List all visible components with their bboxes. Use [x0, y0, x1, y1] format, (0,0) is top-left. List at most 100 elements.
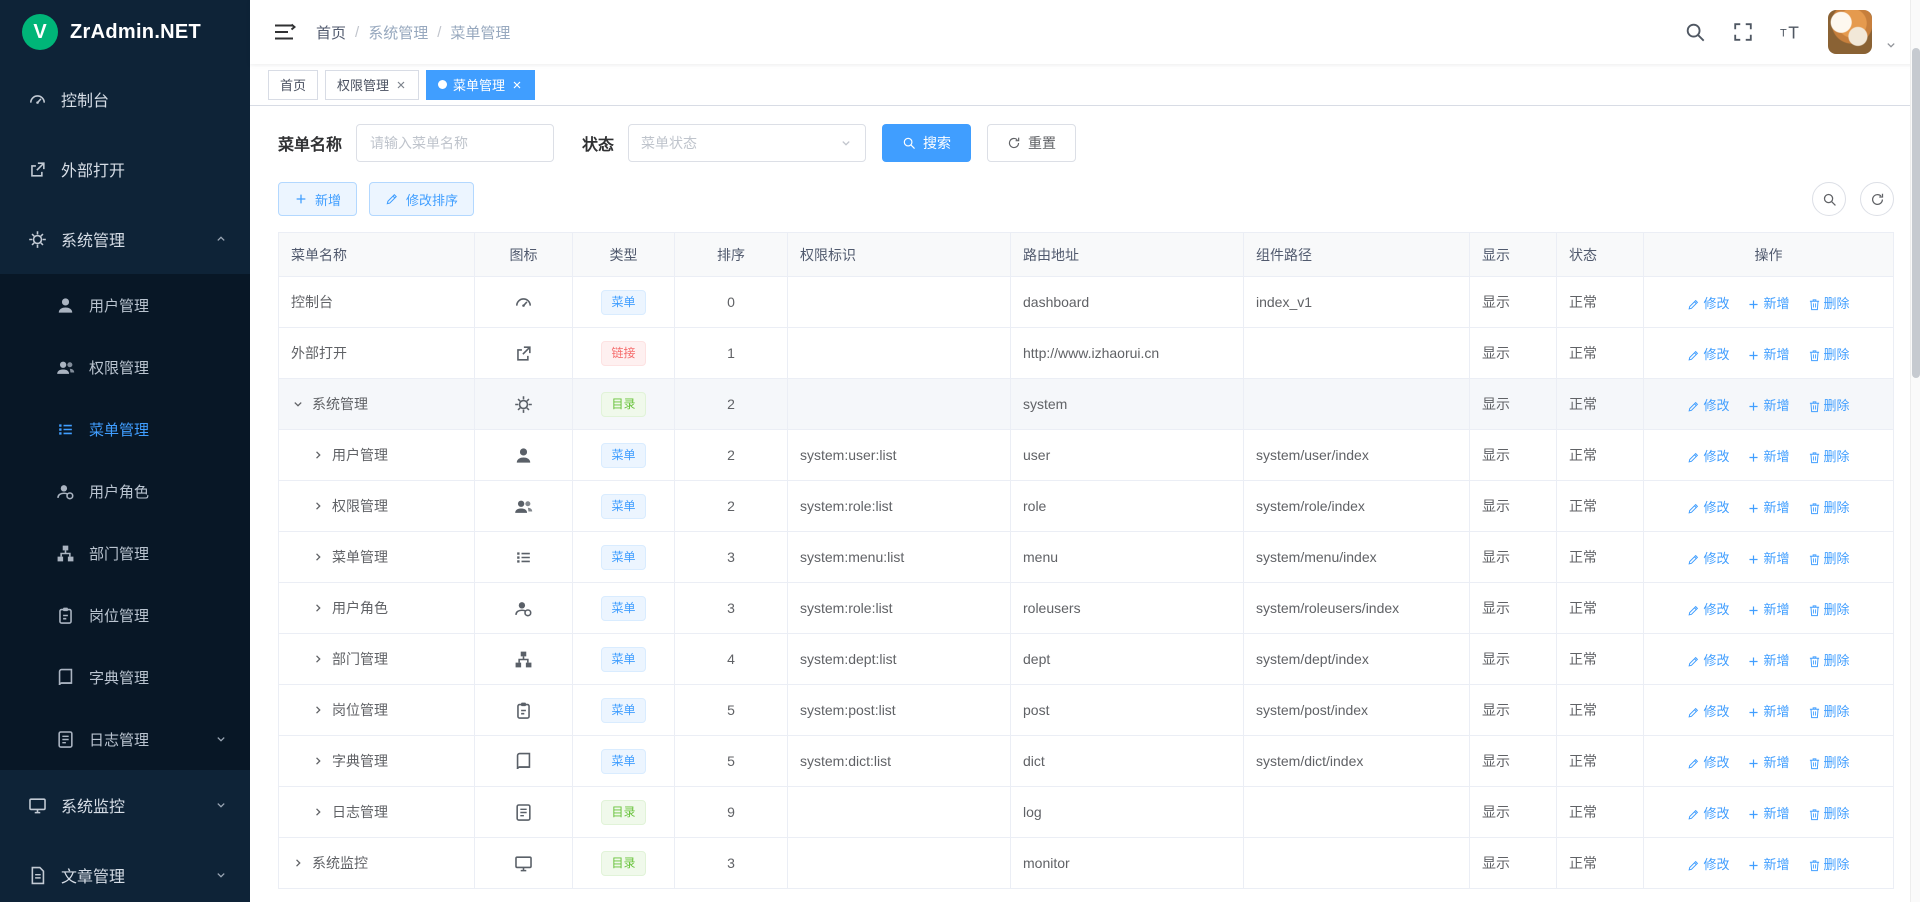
expand-arrow-icon[interactable] [311, 805, 325, 819]
delete-link[interactable]: 删除 [1808, 806, 1850, 821]
delete-link[interactable]: 删除 [1808, 296, 1850, 311]
expand-arrow-icon[interactable] [311, 448, 325, 462]
expand-arrow-icon[interactable] [311, 652, 325, 666]
perm-cell: system:dict:list [788, 736, 1011, 787]
close-icon[interactable] [395, 79, 407, 91]
edit-link[interactable]: 修改 [1687, 602, 1729, 617]
sidebar-item-dashboard[interactable]: 控制台 [0, 64, 250, 134]
delete-link[interactable]: 删除 [1808, 602, 1850, 617]
close-icon[interactable] [511, 79, 523, 91]
add-link[interactable]: 新增 [1747, 653, 1789, 668]
edit-link[interactable]: 修改 [1687, 755, 1729, 770]
logo-icon: V [22, 14, 58, 50]
expand-arrow-icon[interactable] [311, 550, 325, 564]
add-link[interactable]: 新增 [1747, 449, 1789, 464]
add-link[interactable]: 新增 [1747, 806, 1789, 821]
font-size-icon[interactable] [1780, 21, 1802, 43]
toggle-search-button[interactable] [1812, 182, 1846, 216]
tab-role-manage[interactable]: 权限管理 [325, 70, 419, 100]
menu-name-cell: 控制台 [279, 277, 475, 328]
menu-name-input[interactable] [356, 124, 554, 162]
ops-cell: 修改 新增 删除 [1644, 634, 1894, 685]
add-button[interactable]: 新增 [278, 182, 357, 216]
sidebar-item-label: 字典管理 [89, 667, 149, 688]
status-cell: 正常 [1557, 634, 1644, 685]
reset-button[interactable]: 重置 [987, 124, 1076, 162]
breadcrumb-item[interactable]: 系统管理 [368, 22, 428, 43]
column-header: 菜单名称 [279, 233, 475, 277]
delete-link[interactable]: 删除 [1808, 347, 1850, 362]
edit-link[interactable]: 修改 [1687, 704, 1729, 719]
add-link[interactable]: 新增 [1747, 398, 1789, 413]
search-button[interactable]: 搜索 [882, 124, 971, 162]
sidebar-item-roleusers[interactable]: 用户角色 [0, 460, 250, 522]
add-link[interactable]: 新增 [1747, 551, 1789, 566]
delete-link[interactable]: 删除 [1808, 398, 1850, 413]
delete-link[interactable]: 删除 [1808, 704, 1850, 719]
icon-cell [475, 328, 573, 379]
collapse-arrow-icon[interactable] [291, 397, 305, 411]
edit-link[interactable]: 修改 [1687, 500, 1729, 515]
add-link[interactable]: 新增 [1747, 296, 1789, 311]
sidebar-item-post[interactable]: 岗位管理 [0, 584, 250, 646]
status-select-placeholder: 菜单状态 [641, 133, 697, 153]
add-link[interactable]: 新增 [1747, 347, 1789, 362]
sidebar-item-system[interactable]: 系统管理 [0, 204, 250, 274]
table-row: 控制台菜单0dashboardindex_v1显示正常修改新增删除 [279, 277, 1894, 328]
sidebar-item-monitor[interactable]: 系统监控 [0, 770, 250, 840]
edit-link[interactable]: 修改 [1687, 857, 1729, 872]
chevron-down-icon[interactable] [1884, 38, 1898, 52]
add-link[interactable]: 新增 [1747, 857, 1789, 872]
delete-link[interactable]: 删除 [1808, 551, 1850, 566]
add-link[interactable]: 新增 [1747, 602, 1789, 617]
expand-arrow-icon[interactable] [311, 601, 325, 615]
scrollbar-thumb[interactable] [1912, 48, 1920, 378]
delete-link[interactable]: 删除 [1808, 449, 1850, 464]
breadcrumb-item[interactable]: 首页 [316, 22, 346, 43]
expand-arrow-icon[interactable] [311, 754, 325, 768]
edit-link[interactable]: 修改 [1687, 296, 1729, 311]
logo[interactable]: V ZrAdmin.NET [0, 0, 250, 64]
expand-arrow-icon[interactable] [311, 703, 325, 717]
tab-home[interactable]: 首页 [268, 70, 318, 100]
sidebar-item-menu[interactable]: 菜单管理 [0, 398, 250, 460]
edit-link[interactable]: 修改 [1687, 653, 1729, 668]
expand-arrow-icon[interactable] [311, 499, 325, 513]
delete-link[interactable]: 删除 [1808, 653, 1850, 668]
search-icon[interactable] [1684, 21, 1706, 43]
delete-link[interactable]: 删除 [1808, 500, 1850, 515]
fullscreen-icon[interactable] [1732, 21, 1754, 43]
status-select[interactable]: 菜单状态 [628, 124, 866, 162]
book-icon [56, 668, 75, 687]
sidebar-item-dict[interactable]: 字典管理 [0, 646, 250, 708]
edit-link[interactable]: 修改 [1687, 806, 1729, 821]
avatar[interactable] [1828, 10, 1872, 54]
edit-link[interactable]: 修改 [1687, 551, 1729, 566]
external-icon [28, 160, 47, 179]
add-link[interactable]: 新增 [1747, 500, 1789, 515]
scrollbar[interactable] [1910, 0, 1920, 902]
sidebar-item-role[interactable]: 权限管理 [0, 336, 250, 398]
edit-link[interactable]: 修改 [1687, 347, 1729, 362]
delete-link[interactable]: 删除 [1808, 755, 1850, 770]
tab-menu-manage[interactable]: 菜单管理 [426, 70, 535, 100]
sidebar-item-dept[interactable]: 部门管理 [0, 522, 250, 584]
delete-link[interactable]: 删除 [1808, 857, 1850, 872]
expand-arrow-icon[interactable] [291, 856, 305, 870]
sidebar-item-article[interactable]: 文章管理 [0, 840, 250, 902]
sidebar-toggle-icon[interactable] [272, 20, 296, 44]
user-icon [56, 296, 75, 315]
ops-cell: 修改 新增 删除 [1644, 379, 1894, 430]
table-row: 字典管理菜单5system:dict:listdictsystem/dict/i… [279, 736, 1894, 787]
sidebar-item-user[interactable]: 用户管理 [0, 274, 250, 336]
sort-cell: 0 [675, 277, 788, 328]
sidebar-item-external[interactable]: 外部打开 [0, 134, 250, 204]
plus-icon [294, 192, 308, 206]
sidebar-item-log[interactable]: 日志管理 [0, 708, 250, 770]
edit-link[interactable]: 修改 [1687, 449, 1729, 464]
add-link[interactable]: 新增 [1747, 755, 1789, 770]
refresh-table-button[interactable] [1860, 182, 1894, 216]
sort-button[interactable]: 修改排序 [369, 182, 474, 216]
edit-link[interactable]: 修改 [1687, 398, 1729, 413]
add-link[interactable]: 新增 [1747, 704, 1789, 719]
